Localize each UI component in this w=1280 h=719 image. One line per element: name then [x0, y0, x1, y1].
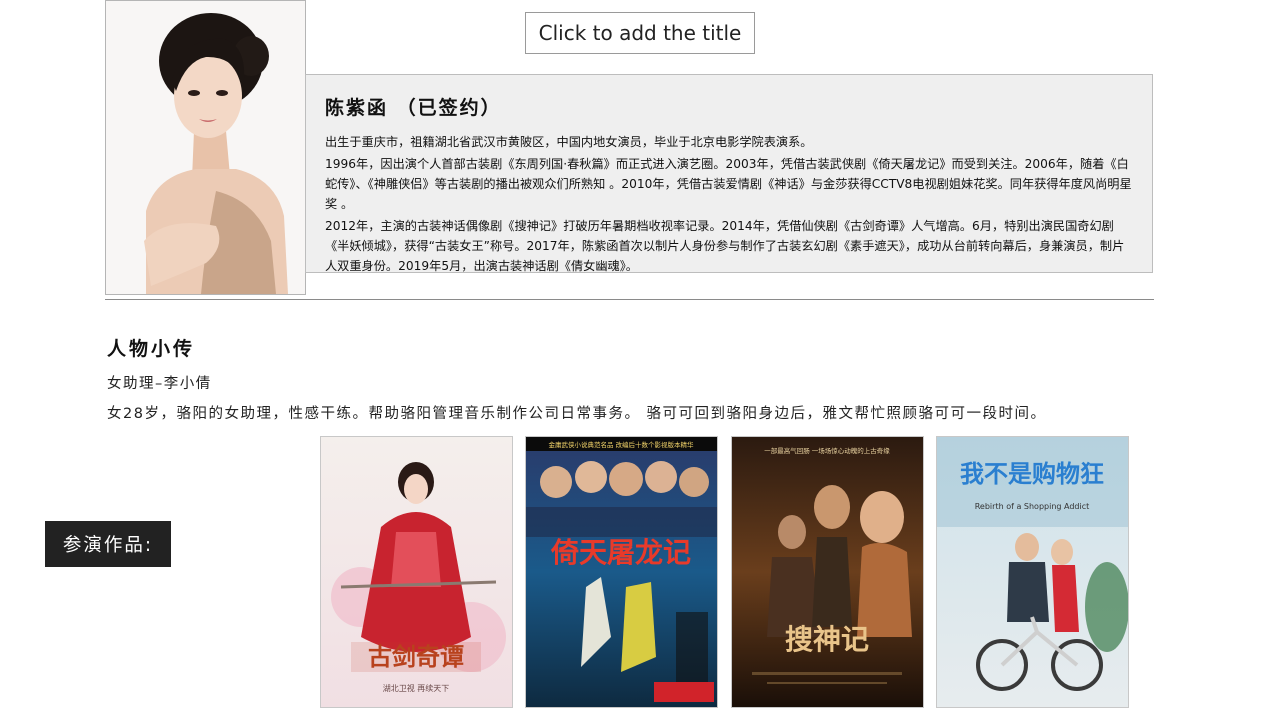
works-label: 参演作品:	[45, 521, 171, 567]
poster-banner: 金庸武侠小说典范名品 改编后十数个影视版本精华	[548, 440, 694, 449]
slide-title-placeholder[interactable]: Click to add the title	[525, 12, 755, 54]
poster-title: 我不是购物狂	[960, 460, 1104, 488]
poster-yitian-tulongji[interactable]: 金庸武侠小说典范名品 改编后十数个影视版本精华 倚天屠龙记	[525, 436, 718, 708]
actress-portrait	[105, 0, 306, 295]
profile-paragraph: 2012年，主演的古装神话偶像剧《搜神记》打破历年暑期档收视率记录。2014年，…	[325, 219, 1125, 273]
poster-title: 倚天屠龙记	[550, 536, 691, 569]
profile-paragraph: 出生于重庆市，祖籍湖北省武汉市黄陂区，中国内地女演员，毕业于北京电影学院表演系。	[325, 135, 813, 149]
profile-paragraph: 1996年，因出演个人首部古装剧《东周列国·春秋篇》而正式进入演艺圈。2003年…	[325, 157, 1132, 211]
poster-title: 搜神记	[785, 623, 869, 656]
poster-soushenji[interactable]: 一部最高气回肠 一场场惊心动魄的上古奇缘 搜神记	[731, 436, 924, 708]
character-section-title: 人物小传	[107, 338, 196, 360]
character-description: 女28岁，骆阳的女助理，性感干练。帮助骆阳管理音乐制作公司日常事务。 骆可可回到…	[107, 406, 1047, 422]
poster-gujian-qitan[interactable]: 古剑奇谭 湖北卫视 再续天下	[320, 436, 513, 708]
poster-caption: 湖北卫视 再续天下	[383, 683, 450, 693]
poster-subtitle: Rebirth of a Shopping Addict	[975, 502, 1090, 511]
poster-banner: 一部最高气回肠 一场场惊心动魄的上古奇缘	[764, 446, 890, 455]
poster-wo-bushi-gouwukuang[interactable]: 我不是购物狂 Rebirth of a Shopping Addict	[936, 436, 1129, 708]
poster-title: 古剑奇谭	[368, 642, 464, 671]
section-divider	[105, 299, 1154, 300]
character-role: 女助理–李小倩	[107, 376, 212, 392]
profile-panel: 陈紫函 （已签约） 出生于重庆市，祖籍湖北省武汉市黄陂区，中国内地女演员，毕业于…	[305, 74, 1153, 273]
actress-name: 陈紫函 （已签约）	[325, 97, 502, 119]
